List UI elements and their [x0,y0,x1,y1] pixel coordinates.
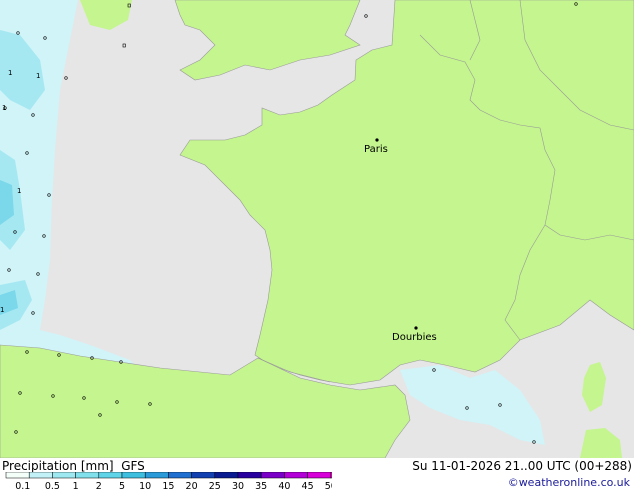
map-frame: Paris Dourbies 1 1 1 1 1 Precipitation [… [0,0,634,490]
scale-tick-label: 35 [255,481,267,490]
scale-tick-label: 5 [119,481,125,490]
scale-tick-label: 50 [325,481,332,490]
scale-tick-label: 40 [278,481,290,490]
scale-swatch [260,472,285,479]
scale-tick-label: 10 [139,481,151,490]
scale-swatch [307,472,332,479]
city-label-paris: Paris [364,144,388,155]
grid-value: 1 [2,104,6,112]
legend-bar: Precipitation [mm] GFS Su 11-01-2026 21.… [0,458,634,490]
scale-swatch [214,472,239,479]
grid-value: 1 [36,72,40,80]
scale-tick-label: 1 [73,481,79,490]
precipitation-scale: 0.10.5125101520253035404550 [5,472,332,490]
scale-tick-label: 20 [186,481,198,490]
scale-swatch [284,472,308,479]
scale-swatch [144,472,169,479]
scale-swatch [52,472,76,479]
scale-swatch [75,472,100,479]
scale-tick-label: 15 [162,481,174,490]
credit-link[interactable]: ©weatheronline.co.uk [508,476,630,489]
scale-tick-label: 25 [209,481,221,490]
forecast-datetime: Su 11-01-2026 21..00 UTC (00+288) [412,459,632,473]
grid-value: 1 [0,306,4,314]
scale-tick-label: 2 [96,481,102,490]
legend-title: Precipitation [mm] GFS [2,459,145,473]
grid-value: 1 [8,69,12,77]
scale-swatch [191,472,216,479]
scale-swatch [330,472,332,479]
scale-tick-label: 45 [302,481,314,490]
scale-swatch [98,472,123,479]
precipitation-map: Paris Dourbies 1 1 1 1 1 [0,0,634,458]
scale-swatch [237,472,262,479]
scale-swatch [121,472,146,479]
grid-value: 1 [17,187,21,195]
scale-tick-label: 30 [232,481,244,490]
city-label-dourbies: Dourbies [392,332,437,343]
scale-tick-label: 0.5 [45,481,60,490]
scale-tick-label: 0.1 [15,481,30,490]
scale-swatch [5,472,30,479]
scale-swatch [28,472,53,479]
scale-swatch [168,472,192,479]
